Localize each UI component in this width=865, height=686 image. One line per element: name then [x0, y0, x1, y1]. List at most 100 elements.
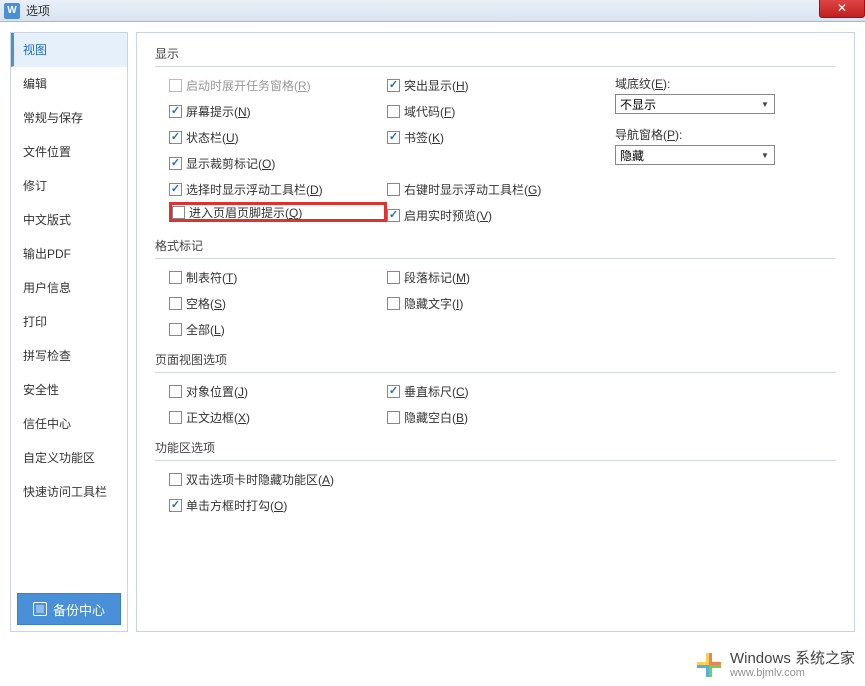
watermark-url: www.bjmlv.com [730, 667, 855, 679]
nav-pane-dropdown[interactable]: 隐藏▼ [615, 145, 775, 165]
titlebar: W 选项 ✕ [0, 0, 865, 22]
watermark: Windows 系统之家 www.bjmlv.com [694, 650, 855, 680]
field-shading-value: 不显示 [620, 96, 656, 113]
checkbox-icon[interactable] [387, 271, 400, 284]
checkbox-label: 启动时展开任务窗格(R) [186, 77, 311, 94]
checkbox-icon[interactable] [169, 385, 182, 398]
checkbox-option[interactable]: 域代码(F) [387, 101, 615, 121]
checkbox-label: 突出显示(H) [404, 77, 469, 94]
checkbox-option[interactable]: 段落标记(M) [387, 267, 615, 287]
checkbox-icon[interactable] [169, 499, 182, 512]
sidebar-item-7[interactable]: 用户信息 [11, 271, 127, 305]
sidebar-item-10[interactable]: 安全性 [11, 373, 127, 407]
checkbox-label: 单击方框时打勾(O) [186, 497, 287, 514]
checkbox-option[interactable]: 双击选项卡时隐藏功能区(A) [169, 469, 555, 489]
checkbox-label: 制表符(T) [186, 269, 237, 286]
backup-center-button[interactable]: 备份中心 [17, 593, 121, 625]
checkbox-option[interactable]: 状态栏(U) [169, 127, 387, 147]
checkbox-option[interactable]: 书签(K) [387, 127, 615, 147]
checkbox-icon[interactable] [169, 297, 182, 310]
checkbox-label: 右键时显示浮动工具栏(G) [404, 181, 541, 198]
checkbox-icon[interactable] [387, 209, 400, 222]
checkbox-label: 屏幕提示(N) [186, 103, 251, 120]
checkbox-option[interactable]: 单击方框时打勾(O) [169, 495, 555, 515]
checkbox-icon[interactable] [387, 105, 400, 118]
checkbox-icon[interactable] [169, 131, 182, 144]
checkbox-option[interactable]: 进入页眉页脚提示(Q) [169, 202, 387, 222]
field-shading-label: 域底纹(E): [615, 75, 795, 92]
checkbox-option[interactable]: 正文边框(X) [169, 407, 387, 427]
checkbox-option[interactable]: 启用实时预览(V) [387, 205, 615, 225]
windows-logo-icon [694, 650, 724, 680]
checkbox-label: 段落标记(M) [404, 269, 470, 286]
main-container: 视图编辑常规与保存文件位置修订中文版式输出PDF用户信息打印拼写检查安全性信任中… [0, 22, 865, 642]
sidebar: 视图编辑常规与保存文件位置修订中文版式输出PDF用户信息打印拼写检查安全性信任中… [10, 32, 128, 632]
sidebar-item-11[interactable]: 信任中心 [11, 407, 127, 441]
checkbox-option[interactable]: 垂直标尺(C) [387, 381, 615, 401]
sidebar-item-5[interactable]: 中文版式 [11, 203, 127, 237]
section-display: 显示 启动时展开任务窗格(R)屏幕提示(N)状态栏(U)显示裁剪标记(O)选择时… [155, 45, 836, 225]
sidebar-item-2[interactable]: 常规与保存 [11, 101, 127, 135]
checkbox-icon[interactable] [387, 385, 400, 398]
sidebar-item-0[interactable]: 视图 [11, 33, 127, 67]
sidebar-item-6[interactable]: 输出PDF [11, 237, 127, 271]
section-title-ribbon: 功能区选项 [155, 439, 836, 461]
checkbox-label: 正文边框(X) [186, 409, 250, 426]
section-ribbon: 功能区选项 双击选项卡时隐藏功能区(A) 单击方框时打勾(O) [155, 439, 836, 515]
section-format-marks: 格式标记 制表符(T) 空格(S) 全部(L) 段落标记(M) 隐藏文字(I) [155, 237, 836, 339]
checkbox-icon[interactable] [387, 411, 400, 424]
checkbox-option[interactable]: 全部(L) [169, 319, 387, 339]
chevron-down-icon: ▼ [758, 97, 772, 111]
checkbox-icon[interactable] [169, 323, 182, 336]
backup-label: 备份中心 [53, 600, 105, 619]
checkbox-icon[interactable] [169, 473, 182, 486]
checkbox-label: 显示裁剪标记(O) [186, 155, 275, 172]
checkbox-label: 对象位置(J) [186, 383, 248, 400]
checkbox-label: 全部(L) [186, 321, 225, 338]
checkbox-icon[interactable] [387, 131, 400, 144]
checkbox-option[interactable]: 右键时显示浮动工具栏(G) [387, 179, 615, 199]
checkbox-label: 书签(K) [404, 129, 444, 146]
checkbox-icon[interactable] [172, 206, 185, 219]
checkbox-icon[interactable] [169, 79, 182, 92]
sidebar-item-13[interactable]: 快速访问工具栏 [11, 475, 127, 509]
checkbox-option[interactable]: 突出显示(H) [387, 75, 615, 95]
checkbox-option[interactable]: 空格(S) [169, 293, 387, 313]
sidebar-item-4[interactable]: 修订 [11, 169, 127, 203]
checkbox-label: 选择时显示浮动工具栏(D) [186, 181, 323, 198]
checkbox-option[interactable]: 隐藏空白(B) [387, 407, 615, 427]
sidebar-item-9[interactable]: 拼写检查 [11, 339, 127, 373]
checkbox-option[interactable]: 对象位置(J) [169, 381, 387, 401]
sidebar-item-3[interactable]: 文件位置 [11, 135, 127, 169]
checkbox-icon[interactable] [169, 271, 182, 284]
checkbox-option[interactable]: 屏幕提示(N) [169, 101, 387, 121]
field-shading-dropdown[interactable]: 不显示 ▼ [615, 94, 775, 114]
nav-pane-label: 导航窗格(P): [615, 126, 795, 143]
checkbox-icon[interactable] [387, 79, 400, 92]
checkbox-icon[interactable] [169, 105, 182, 118]
checkbox-label: 垂直标尺(C) [404, 383, 469, 400]
sidebar-item-1[interactable]: 编辑 [11, 67, 127, 101]
checkbox-icon[interactable] [169, 183, 182, 196]
checkbox-option[interactable]: 显示裁剪标记(O) [169, 153, 387, 173]
checkbox-option[interactable]: 隐藏文字(I) [387, 293, 615, 313]
section-page-view: 页面视图选项 对象位置(J) 正文边框(X) 垂直标尺(C) 隐藏空白(B) [155, 351, 836, 427]
checkbox-icon[interactable] [169, 411, 182, 424]
sidebar-item-8[interactable]: 打印 [11, 305, 127, 339]
chevron-down-icon: ▼ [758, 148, 772, 162]
section-title-pageview: 页面视图选项 [155, 351, 836, 373]
close-button[interactable]: ✕ [819, 0, 865, 18]
checkbox-label: 隐藏文字(I) [404, 295, 463, 312]
checkbox-label: 隐藏空白(B) [404, 409, 468, 426]
checkbox-label: 启用实时预览(V) [404, 207, 492, 224]
checkbox-option[interactable]: 启动时展开任务窗格(R) [169, 75, 387, 95]
checkbox-label: 状态栏(U) [186, 129, 239, 146]
checkbox-icon[interactable] [387, 183, 400, 196]
checkbox-option[interactable]: 制表符(T) [169, 267, 387, 287]
checkbox-option[interactable]: 选择时显示浮动工具栏(D) [169, 179, 387, 199]
checkbox-icon[interactable] [169, 157, 182, 170]
section-title-format: 格式标记 [155, 237, 836, 259]
checkbox-label: 域代码(F) [404, 103, 455, 120]
sidebar-item-12[interactable]: 自定义功能区 [11, 441, 127, 475]
checkbox-icon[interactable] [387, 297, 400, 310]
